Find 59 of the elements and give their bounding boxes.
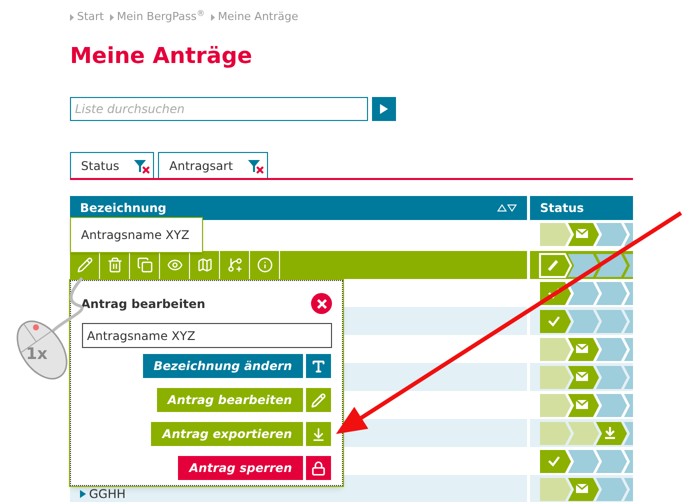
row-name: GGHH bbox=[89, 487, 126, 501]
status-step bbox=[568, 478, 599, 501]
status-step bbox=[568, 282, 599, 305]
action-button[interactable]: Antrag sperren bbox=[178, 456, 303, 480]
text-size-icon bbox=[311, 358, 326, 374]
action-button[interactable]: Bezeichnung ändern bbox=[142, 354, 303, 378]
status-step bbox=[540, 394, 571, 417]
search-button[interactable] bbox=[372, 97, 396, 121]
table-row[interactable] bbox=[70, 251, 527, 279]
page-title: Meine Anträge bbox=[70, 44, 254, 70]
popup-title: Antrag bearbeiten bbox=[81, 296, 206, 312]
breadcrumb-link[interactable]: Start bbox=[70, 8, 104, 26]
status-step bbox=[540, 223, 571, 246]
breadcrumb-link[interactable]: Mein BergPass$^{®}$ bbox=[110, 8, 205, 26]
action-icon-button[interactable] bbox=[306, 354, 331, 378]
action-button[interactable]: Antrag bearbeiten bbox=[156, 388, 303, 412]
caret-icon bbox=[210, 14, 215, 20]
pencil-icon bbox=[311, 392, 326, 408]
caret-icon bbox=[110, 14, 114, 20]
filter-tab[interactable]: Status bbox=[70, 152, 154, 178]
info-icon bbox=[256, 257, 272, 273]
trash-icon bbox=[106, 257, 122, 273]
action-icon-button[interactable] bbox=[306, 388, 331, 412]
map-icon bbox=[196, 257, 212, 273]
column-header[interactable]: Status bbox=[530, 196, 633, 220]
status-step bbox=[540, 310, 571, 333]
sort-icon bbox=[497, 204, 517, 212]
filter-clear-icon bbox=[133, 158, 152, 174]
play-icon bbox=[380, 104, 388, 114]
status-step bbox=[568, 223, 599, 246]
status-step bbox=[568, 422, 599, 445]
caret-icon bbox=[80, 490, 86, 498]
search-field[interactable]: Liste durchsuchen bbox=[70, 97, 368, 121]
close-button[interactable] bbox=[311, 293, 332, 314]
close-icon bbox=[316, 298, 326, 308]
copy-icon bbox=[136, 257, 152, 273]
status-step bbox=[540, 422, 571, 445]
filter-clear-icon bbox=[246, 158, 265, 174]
name-tooltip: Antragsname XYZ bbox=[70, 217, 203, 253]
status-step bbox=[540, 366, 571, 389]
status-step bbox=[540, 338, 571, 361]
pencil-icon bbox=[76, 257, 92, 273]
name-input[interactable]: Antragsname XYZ bbox=[82, 323, 332, 348]
status-step bbox=[568, 366, 599, 389]
action-icon-button[interactable] bbox=[306, 422, 331, 446]
branch-plus-icon bbox=[226, 257, 242, 273]
eye-icon bbox=[166, 257, 182, 273]
action-button[interactable]: Antrag exportieren bbox=[151, 422, 303, 446]
status-step bbox=[568, 310, 599, 333]
breadcrumb-link[interactable]: Meine Anträge bbox=[210, 8, 298, 26]
filter-tab[interactable]: Antragsart bbox=[158, 152, 268, 178]
status-step bbox=[568, 450, 599, 473]
download-icon bbox=[311, 426, 326, 442]
status-step bbox=[540, 478, 571, 501]
click-count: 1x bbox=[26, 343, 48, 365]
lock-icon bbox=[311, 460, 326, 476]
action-icon-button[interactable] bbox=[306, 456, 331, 480]
column-header[interactable]: Bezeichnung bbox=[70, 196, 527, 220]
caret-icon bbox=[70, 14, 74, 20]
